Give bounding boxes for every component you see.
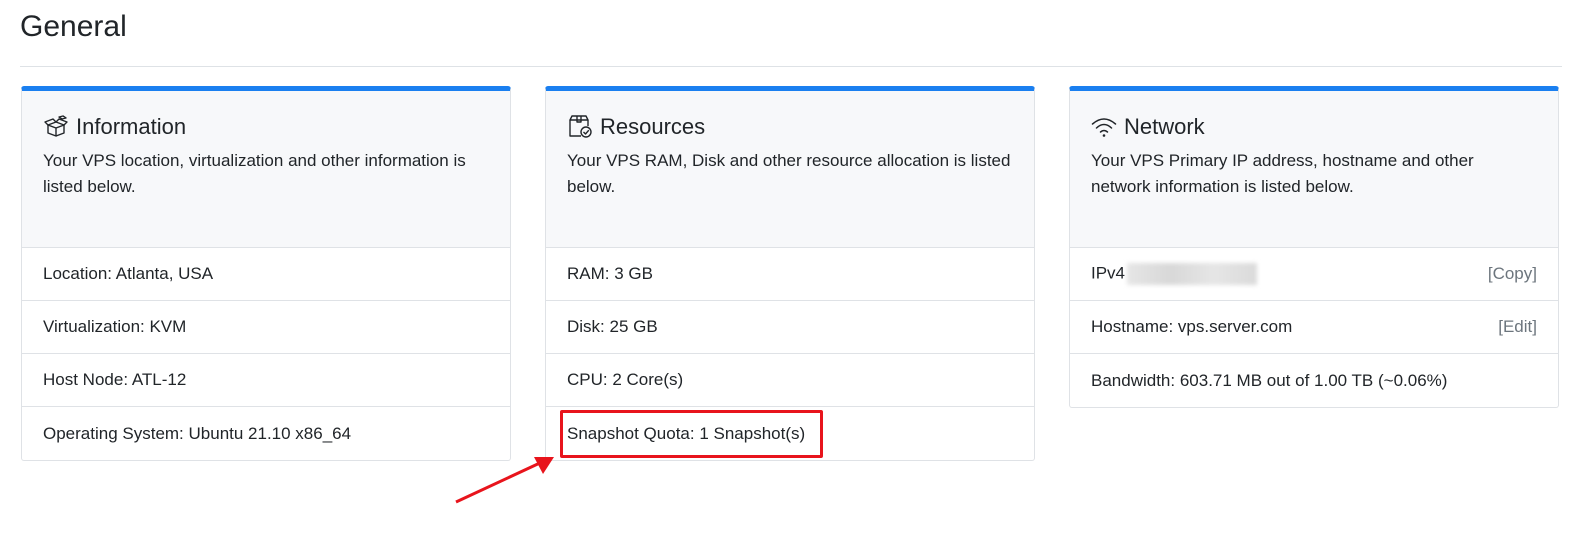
cpu-text: CPU: 2 Core(s)	[567, 370, 684, 389]
host-node-text: Host Node: ATL-12	[43, 370, 187, 389]
resources-card-header: Resources Your VPS RAM, Disk and other r…	[546, 91, 1034, 248]
network-title: Network	[1124, 114, 1205, 139]
network-description: Your VPS Primary IP address, hostname an…	[1091, 151, 1474, 196]
information-card: Information Your VPS location, virtualiz…	[21, 86, 511, 461]
box-check-icon	[567, 114, 593, 140]
resources-description: Your VPS RAM, Disk and other resource al…	[567, 151, 1011, 196]
title-divider	[20, 66, 1562, 67]
res-row-cpu: CPU: 2 Core(s)	[546, 354, 1034, 407]
copy-ip-button[interactable]: [Copy]	[1488, 264, 1537, 284]
information-card-header: Information Your VPS location, virtualiz…	[22, 91, 510, 248]
ipv4-address-redacted	[1127, 263, 1258, 285]
resources-card: Resources Your VPS RAM, Disk and other r…	[545, 86, 1035, 461]
annotation-arrow	[455, 457, 554, 504]
disk-text: Disk: 25 GB	[567, 317, 658, 336]
operating-system-text: Operating System: Ubuntu 21.10 x86_64	[43, 423, 352, 443]
bandwidth-text: Bandwidth: 603.71 MB out of 1.00 TB (~0.…	[1091, 370, 1448, 390]
ipv4-label: IPv4	[1091, 263, 1126, 283]
annotation-highlight-box	[560, 410, 823, 458]
hostname-text: Hostname: vps.server.com	[1091, 317, 1293, 336]
page-title: General	[20, 10, 127, 43]
copy-link-text[interactable]: Copy	[1493, 264, 1533, 283]
location-text: Location: Atlanta, USA	[43, 264, 214, 283]
net-row-bandwidth: Bandwidth: 603.71 MB out of 1.00 TB (~0.…	[1070, 354, 1558, 407]
res-row-disk: Disk: 25 GB	[546, 301, 1034, 354]
boxes-icon	[43, 114, 69, 140]
edit-hostname-button[interactable]: [Edit]	[1498, 317, 1537, 337]
info-row-host-node: Host Node: ATL-12	[22, 354, 510, 407]
res-row-ram: RAM: 3 GB	[546, 248, 1034, 301]
info-row-virtualization: Virtualization: KVM	[22, 301, 510, 354]
information-title: Information	[76, 114, 187, 139]
page: General Information Your VPS location, v…	[0, 0, 1594, 534]
network-card: Network Your VPS Primary IP address, hos…	[1069, 86, 1559, 408]
information-description: Your VPS location, virtualization and ot…	[43, 151, 466, 196]
wifi-icon	[1091, 114, 1117, 140]
resources-title: Resources	[600, 114, 706, 139]
edit-link-text[interactable]: Edit	[1503, 317, 1532, 336]
info-row-location: Location: Atlanta, USA	[22, 248, 510, 301]
virtualization-text: Virtualization: KVM	[43, 317, 187, 336]
ram-text: RAM: 3 GB	[567, 264, 653, 283]
network-card-header: Network Your VPS Primary IP address, hos…	[1070, 91, 1558, 248]
net-row-ipv4: IPv4 [Copy]	[1070, 248, 1558, 301]
info-row-operating-system: Operating System: Ubuntu 21.10 x86_64	[22, 407, 510, 460]
net-row-hostname: Hostname: vps.server.com [Edit]	[1070, 301, 1558, 354]
